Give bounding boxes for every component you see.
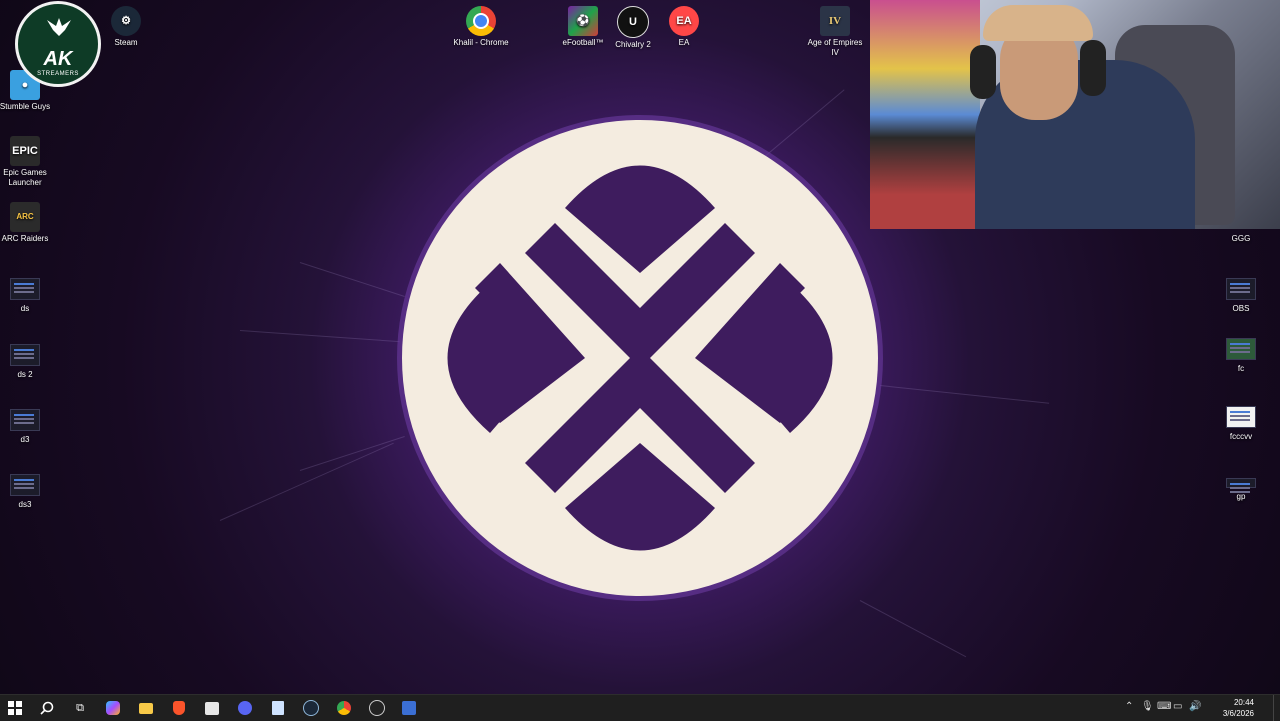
icon-label: fcccvv xyxy=(1229,432,1253,441)
webcam-background-shelf xyxy=(870,0,980,229)
file-icon xyxy=(1226,478,1256,488)
efootball-icon: ⚽ xyxy=(568,6,598,36)
webcam-overlay xyxy=(870,0,1280,229)
file-explorer-icon[interactable] xyxy=(137,699,155,717)
desktop-icon-gp[interactable]: gp xyxy=(1211,472,1271,502)
emblem-logo xyxy=(397,115,883,601)
webcam-headset-right xyxy=(1080,40,1106,96)
icon-label: fc xyxy=(1237,364,1245,373)
icon-label: Age of Empires IV xyxy=(807,38,863,57)
icon-label: ds xyxy=(20,304,30,313)
wallpaper-ray xyxy=(299,436,405,471)
screenshot-file-icon xyxy=(1226,278,1256,300)
screenshot-file-icon xyxy=(1226,338,1256,360)
icon-label: ARC Raiders xyxy=(1,234,49,243)
desktop-icon-ds-2[interactable]: ds 2 xyxy=(0,338,55,380)
streamer-logo-overlay: AK STREAMERS xyxy=(15,1,101,87)
screenshot-file-icon xyxy=(10,474,40,496)
wallpaper-ray xyxy=(239,330,400,343)
desktop-icon-khalil-chrome[interactable]: Khalil - Chrome xyxy=(451,6,511,48)
desktop-icon-steam[interactable]: ⚙ Steam xyxy=(96,6,156,48)
epic-games-icon: EPIC xyxy=(10,136,40,166)
desktop-icon-epic-games[interactable]: EPIC Epic Games Launcher xyxy=(0,136,55,188)
wallpaper-ray xyxy=(859,600,967,658)
show-desktop-button[interactable] xyxy=(1273,695,1280,721)
task-view-icon[interactable]: ⧉ xyxy=(71,699,89,717)
obs-icon[interactable] xyxy=(368,699,386,717)
age-of-empires-icon: IV xyxy=(820,6,850,36)
phoenix-icon xyxy=(47,18,71,36)
discord-icon[interactable] xyxy=(236,699,254,717)
clock-date: 3/6/2026 xyxy=(1222,709,1254,718)
document-icon xyxy=(1226,406,1256,428)
microphone-icon[interactable]: 🎙 xyxy=(1141,701,1154,712)
icon-label: GGG xyxy=(1231,234,1251,243)
icon-label: Khalil - Chrome xyxy=(453,38,509,47)
notepad-icon[interactable] xyxy=(269,699,287,717)
clock-time: 20:44 xyxy=(1233,698,1254,707)
desktop-icon-ds[interactable]: ds xyxy=(0,272,55,314)
webcam-headset xyxy=(970,45,996,99)
desktop-icon-ds3[interactable]: ds3 xyxy=(0,468,55,510)
wallpaper-ray xyxy=(219,442,394,521)
clock[interactable]: 20:44 3/6/2026 xyxy=(1223,697,1254,719)
start-icon[interactable] xyxy=(6,699,24,717)
icon-label: ds 2 xyxy=(17,370,33,379)
chevron-up-icon[interactable]: ⌃ xyxy=(1125,701,1133,712)
chrome-icon[interactable] xyxy=(335,699,353,717)
wallpaper-ray xyxy=(879,385,1050,404)
taskbar: ⧉ ⌃ 🎙 ⌨ ▭ 🔊 20:44 3/6/2026 xyxy=(0,694,1280,721)
ea-icon: EA xyxy=(669,6,699,36)
icon-label: gp xyxy=(1236,492,1246,501)
desktop-icon-ggg[interactable]: GGG xyxy=(1211,234,1271,244)
icon-label: OBS xyxy=(1232,304,1250,313)
network-icon[interactable]: ▭ xyxy=(1173,701,1182,712)
desktop-icon-d3[interactable]: d3 xyxy=(0,403,55,445)
webcam-cap xyxy=(983,5,1093,41)
speaker-icon[interactable]: 🔊 xyxy=(1189,701,1201,712)
icon-label: Stumble Guys xyxy=(0,102,51,111)
search-icon[interactable] xyxy=(38,699,56,717)
copilot-icon[interactable] xyxy=(104,699,122,717)
screenshot-file-icon xyxy=(10,278,40,300)
brave-icon[interactable] xyxy=(170,699,188,717)
icon-label: EA xyxy=(678,38,690,47)
unreal-icon: U xyxy=(617,6,649,38)
desktop-icon-fcccvv[interactable]: fcccvv xyxy=(1211,400,1271,442)
steam-icon[interactable] xyxy=(302,699,320,717)
arc-raiders-icon: ARC xyxy=(10,202,40,232)
desktop-icon-fc[interactable]: fc xyxy=(1211,332,1271,374)
steam-icon: ⚙ xyxy=(111,6,141,36)
icon-label: ds3 xyxy=(18,500,32,509)
wallpaper-ray xyxy=(299,262,405,297)
desktop-icon-arc-raiders[interactable]: ARC ARC Raiders xyxy=(0,202,55,244)
screenshot-file-icon xyxy=(10,409,40,431)
desktop-icon-obs[interactable]: OBS xyxy=(1211,272,1271,314)
desktop-icon-ea[interactable]: EA EA xyxy=(654,6,714,48)
icon-label: Epic Games Launcher xyxy=(3,168,47,187)
chrome-icon xyxy=(466,6,496,36)
keyboard-icon[interactable]: ⌨ xyxy=(1157,701,1171,712)
icon-label: d3 xyxy=(20,435,30,444)
icon-label: Steam xyxy=(114,38,138,47)
store-icon[interactable] xyxy=(203,699,221,717)
logo-subtitle: STREAMERS xyxy=(37,71,79,77)
app-icon[interactable] xyxy=(400,699,418,717)
desktop-icon-age-of-empires-iv[interactable]: IV Age of Empires IV xyxy=(805,6,865,58)
logo-title: AK xyxy=(43,48,73,70)
screenshot-file-icon xyxy=(10,344,40,366)
